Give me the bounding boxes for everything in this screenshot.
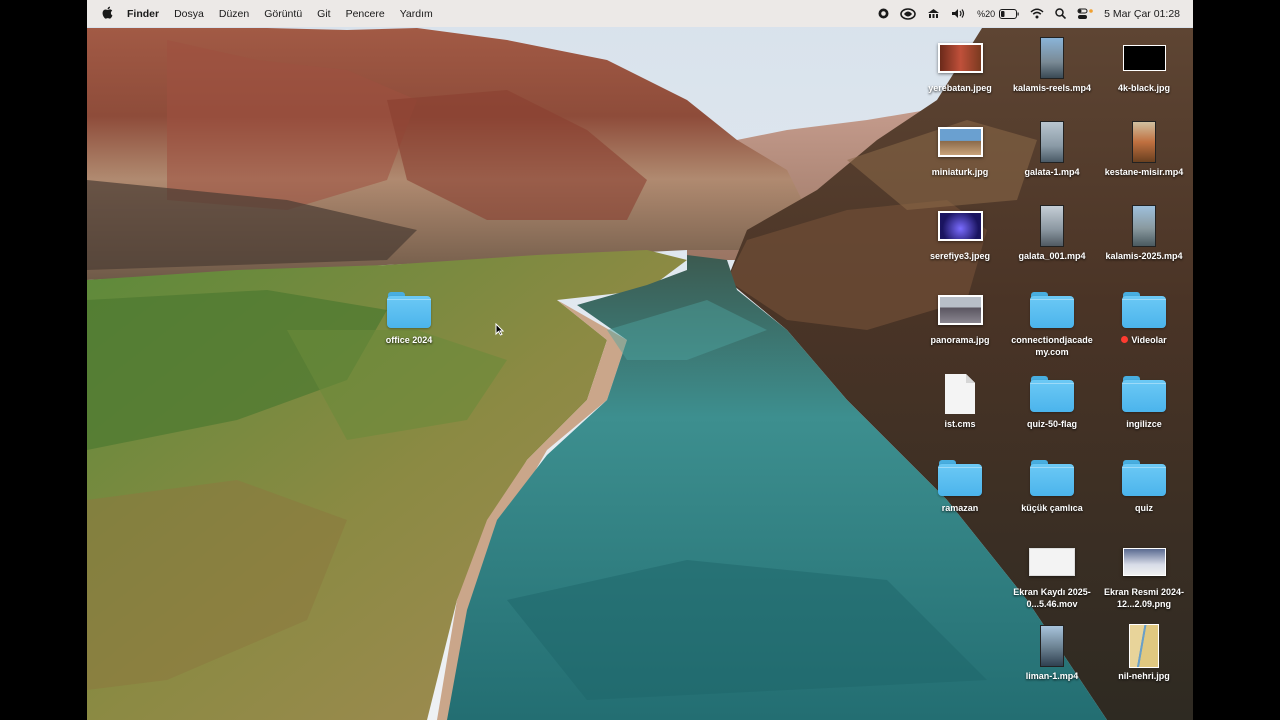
menu-pencere[interactable]: Pencere: [346, 8, 385, 20]
file-label: nil-nehri.jpg: [1118, 671, 1170, 681]
image-thumbnail: [1122, 45, 1166, 71]
file-label: 4k-black.jpg: [1117, 83, 1171, 93]
file-label: Ekran Resmi 2024-12...2.09.png: [1103, 587, 1185, 609]
video-thumbnail: [1040, 205, 1064, 247]
desktop-folder-ingilizce[interactable]: ingilizce: [1098, 372, 1190, 430]
battery-percent: %20: [977, 8, 996, 19]
file-label: ist.cms: [944, 419, 976, 429]
file-label: ingilizce: [1126, 419, 1162, 429]
vpn-icon[interactable]: [900, 7, 916, 20]
folder-icon: [1030, 292, 1074, 328]
folder-icon: [1030, 460, 1074, 496]
desktop-file-panorama[interactable]: panorama.jpg: [914, 288, 1006, 346]
menubar-clock[interactable]: 5 Mar Çar 01:28: [1104, 8, 1180, 20]
image-thumbnail: [1122, 548, 1166, 576]
image-thumbnail: [937, 43, 983, 73]
video-thumbnail: [1029, 548, 1075, 576]
menu-finder[interactable]: Finder: [127, 8, 159, 20]
menu-goruntu[interactable]: Görüntü: [264, 8, 302, 20]
menu-bar: Finder Dosya Düzen Görüntü Git Pencere Y…: [87, 0, 1193, 27]
display-icon[interactable]: [927, 8, 940, 19]
menu-yardim[interactable]: Yardım: [400, 8, 433, 20]
apple-icon[interactable]: [101, 6, 113, 22]
menu-git[interactable]: Git: [317, 8, 330, 20]
desktop-file-kalamis-2025[interactable]: kalamis-2025.mp4: [1098, 204, 1190, 262]
search-icon[interactable]: [1055, 8, 1067, 19]
file-label: kalamis-2025.mp4: [1105, 251, 1183, 261]
folder-icon: [938, 460, 982, 496]
desktop-folder-kucuk-camlica[interactable]: küçük çamlıca: [1006, 456, 1098, 514]
file-label: kestane-misir.mp4: [1104, 167, 1184, 177]
video-thumbnail: [1132, 205, 1156, 247]
desktop-file-ist-cms[interactable]: ist.cms: [914, 372, 1006, 430]
file-label: Ekran Kaydı 2025-0...5.46.mov: [1013, 587, 1091, 609]
desktop-folder-quiz[interactable]: quiz: [1098, 456, 1190, 514]
folder-icon: [387, 292, 431, 328]
file-label: galata-1.mp4: [1024, 167, 1080, 177]
file-label: küçük çamlıca: [1021, 503, 1083, 513]
video-thumbnail: [1040, 121, 1064, 163]
image-thumbnail: [937, 295, 983, 325]
desktop-file-4k-black[interactable]: 4k-black.jpg: [1098, 36, 1190, 94]
image-thumbnail: [1129, 624, 1159, 668]
desktop-file-serefiye3[interactable]: serefiye3.jpeg: [914, 204, 1006, 262]
file-label: miniaturk.jpg: [931, 167, 989, 177]
folder-icon: [1122, 292, 1166, 328]
desktop-file-nil-nehri[interactable]: nil-nehri.jpg: [1098, 624, 1190, 682]
file-label: Videolar: [1131, 335, 1167, 345]
desktop-file-ekran-resmi[interactable]: Ekran Resmi 2024-12...2.09.png: [1098, 540, 1190, 610]
folder-icon: [1030, 376, 1074, 412]
desktop-folder-connectiondjacademy[interactable]: connectiondjacade my.com: [1006, 288, 1098, 358]
red-tag-icon: [1121, 336, 1129, 343]
document-icon: [945, 374, 975, 414]
desktop-file-kestane-misir[interactable]: kestane-misir.mp4: [1098, 120, 1190, 178]
desktop-file-ekran-kaydi[interactable]: Ekran Kaydı 2025-0...5.46.mov: [1006, 540, 1098, 610]
desktop-file-galata-1[interactable]: galata-1.mp4: [1006, 120, 1098, 178]
desktop-wallpaper: [87, 0, 1193, 720]
file-label: panorama.jpg: [930, 335, 990, 345]
file-label: office 2024: [385, 335, 433, 345]
file-label: serefiye3.jpeg: [929, 251, 991, 261]
desktop-file-galata-001[interactable]: galata_001.mp4: [1006, 204, 1098, 262]
image-thumbnail: [937, 127, 983, 157]
desktop-screen: Finder Dosya Düzen Görüntü Git Pencere Y…: [87, 0, 1193, 720]
wifi-icon[interactable]: [1030, 8, 1044, 19]
file-label: quiz-50-flag: [1026, 419, 1077, 429]
video-thumbnail: [1040, 37, 1064, 79]
desktop-folder-office-2024[interactable]: office 2024: [363, 288, 455, 346]
folder-icon: [1122, 460, 1166, 496]
folder-icon: [1122, 376, 1166, 412]
desktop-file-yerebatan[interactable]: yerebatan.jpeg: [914, 36, 1006, 94]
file-label: yerebatan.jpeg: [928, 83, 992, 93]
desktop-file-kalamis-reels[interactable]: kalamis-reels.mp4: [1006, 36, 1098, 94]
desktop-file-liman-1[interactable]: liman-1.mp4: [1006, 624, 1098, 682]
video-thumbnail: [1132, 121, 1156, 163]
record-icon[interactable]: [878, 8, 889, 19]
desktop-folder-videolar[interactable]: Videolar: [1098, 288, 1190, 346]
desktop-folder-ramazan[interactable]: ramazan: [914, 456, 1006, 514]
file-label: kalamis-reels.mp4: [1012, 83, 1092, 93]
control-center-icon[interactable]: [1077, 8, 1093, 20]
file-label: connectiondjacade my.com: [1011, 335, 1093, 357]
file-label: quiz: [1135, 503, 1153, 513]
image-thumbnail: [937, 211, 983, 241]
video-thumbnail: [1040, 625, 1064, 667]
mouse-cursor-icon: [495, 322, 505, 341]
file-label: galata_001.mp4: [1018, 251, 1086, 261]
menu-dosya[interactable]: Dosya: [174, 8, 204, 20]
desktop-file-miniaturk[interactable]: miniaturk.jpg: [914, 120, 1006, 178]
file-label: ramazan: [941, 503, 979, 513]
desktop-folder-quiz-50-flag[interactable]: quiz-50-flag: [1006, 372, 1098, 430]
battery-icon[interactable]: [999, 8, 1019, 19]
menu-duzen[interactable]: Düzen: [219, 8, 249, 20]
file-label: liman-1.mp4: [1025, 671, 1079, 681]
volume-icon[interactable]: [951, 8, 966, 19]
